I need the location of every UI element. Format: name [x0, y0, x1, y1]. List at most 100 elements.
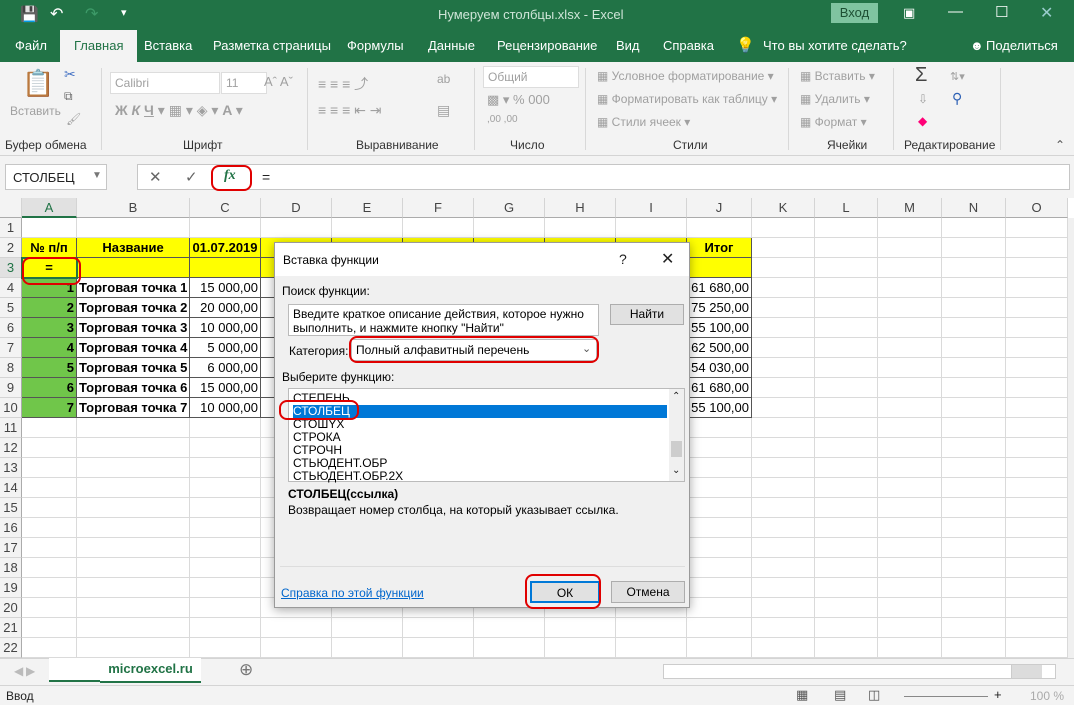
- cell[interactable]: [878, 218, 942, 238]
- column-header-f[interactable]: F: [403, 198, 474, 218]
- cell[interactable]: [22, 438, 77, 458]
- search-input[interactable]: Введите краткое описание действия, котор…: [288, 304, 599, 336]
- cell[interactable]: [752, 578, 815, 598]
- cell[interactable]: [815, 598, 878, 618]
- cell[interactable]: [878, 498, 942, 518]
- cell[interactable]: [878, 438, 942, 458]
- cell[interactable]: [687, 558, 752, 578]
- row-header-21[interactable]: 21: [0, 618, 22, 638]
- normal-view-icon[interactable]: ▦: [796, 687, 808, 703]
- row-header-7[interactable]: 7: [0, 338, 22, 358]
- format-as-table-button[interactable]: ▦ Форматировать как таблицу ▾: [597, 92, 777, 106]
- cell[interactable]: [545, 638, 616, 658]
- cell[interactable]: [815, 498, 878, 518]
- cell[interactable]: [190, 458, 261, 478]
- cell[interactable]: [687, 438, 752, 458]
- cell[interactable]: [942, 218, 1006, 238]
- cell[interactable]: [752, 618, 815, 638]
- function-help-link[interactable]: Справка по этой функции: [281, 586, 424, 600]
- format-painter-icon[interactable]: 🖌: [66, 112, 81, 126]
- vertical-scrollbar[interactable]: [1068, 218, 1074, 658]
- close-icon[interactable]: ✕: [661, 249, 674, 269]
- decimal-icons[interactable]: ,00 ,00: [487, 114, 518, 125]
- clear-icon[interactable]: ◆: [918, 114, 927, 128]
- row-header-13[interactable]: 13: [0, 458, 22, 478]
- cell[interactable]: 62 500,00: [687, 338, 752, 358]
- tab-data[interactable]: Данные: [428, 38, 475, 53]
- column-header-c[interactable]: C: [190, 198, 261, 218]
- cell[interactable]: [942, 558, 1006, 578]
- cell[interactable]: [942, 398, 1006, 418]
- header-cell[interactable]: Название: [77, 238, 190, 258]
- cell[interactable]: [752, 558, 815, 578]
- ribbon-display-icon[interactable]: ▣: [903, 5, 915, 21]
- cell[interactable]: [815, 458, 878, 478]
- cell[interactable]: [474, 618, 545, 638]
- cell[interactable]: [77, 518, 190, 538]
- scroll-down-icon[interactable]: ⌄: [672, 465, 680, 476]
- cell[interactable]: [77, 218, 190, 238]
- cell[interactable]: [22, 578, 77, 598]
- scroll-up-icon[interactable]: ⌃: [672, 391, 680, 402]
- delete-cells-button[interactable]: ▦ Удалить ▾: [800, 92, 870, 106]
- cell[interactable]: 61 680,00: [687, 278, 752, 298]
- cell[interactable]: 15 000,00: [190, 278, 261, 298]
- cell[interactable]: [687, 418, 752, 438]
- cell[interactable]: [815, 578, 878, 598]
- tell-me-input[interactable]: Что вы хотите сделать?: [763, 38, 907, 53]
- cell[interactable]: [942, 258, 1006, 278]
- cell[interactable]: [77, 418, 190, 438]
- cell[interactable]: [878, 578, 942, 598]
- cell[interactable]: [815, 278, 878, 298]
- cell[interactable]: [22, 218, 77, 238]
- tab-help[interactable]: Справка: [663, 38, 714, 53]
- cell[interactable]: [815, 298, 878, 318]
- scroll-sheets-left-icon[interactable]: ◀: [14, 664, 23, 678]
- cell[interactable]: [190, 258, 261, 278]
- cell[interactable]: [1006, 358, 1068, 378]
- cell[interactable]: [942, 518, 1006, 538]
- cell[interactable]: [77, 458, 190, 478]
- zoom-in-icon[interactable]: +: [994, 687, 1002, 702]
- find-button[interactable]: Найти: [610, 304, 684, 325]
- cell[interactable]: [687, 258, 752, 278]
- add-sheet-icon[interactable]: ⊕: [239, 660, 253, 680]
- cell[interactable]: [190, 538, 261, 558]
- cell[interactable]: [815, 438, 878, 458]
- cell[interactable]: 2: [22, 298, 77, 318]
- cell[interactable]: [616, 638, 687, 658]
- cell[interactable]: [942, 378, 1006, 398]
- cell[interactable]: [942, 618, 1006, 638]
- cancel-icon[interactable]: ✕: [149, 168, 162, 186]
- row-header-8[interactable]: 8: [0, 358, 22, 378]
- cell[interactable]: [190, 218, 261, 238]
- undo-icon[interactable]: ↶: [50, 4, 63, 24]
- cell[interactable]: [942, 418, 1006, 438]
- tab-file[interactable]: Файл: [15, 38, 47, 53]
- row-header-18[interactable]: 18: [0, 558, 22, 578]
- sheet-tab-microexcel[interactable]: microexcel.ru: [100, 658, 201, 683]
- cell[interactable]: [545, 218, 616, 238]
- autosum-icon[interactable]: Σ: [915, 64, 927, 87]
- cell[interactable]: [190, 638, 261, 658]
- cell[interactable]: [942, 358, 1006, 378]
- cell[interactable]: [616, 618, 687, 638]
- column-header-n[interactable]: N: [942, 198, 1006, 218]
- redo-icon[interactable]: ↷: [85, 4, 98, 24]
- cell[interactable]: [190, 518, 261, 538]
- cell[interactable]: 10 000,00: [190, 398, 261, 418]
- cell[interactable]: [752, 638, 815, 658]
- cell[interactable]: [752, 238, 815, 258]
- share-button[interactable]: Поделиться: [986, 38, 1058, 53]
- row-header-17[interactable]: 17: [0, 538, 22, 558]
- cell[interactable]: [752, 458, 815, 478]
- cell[interactable]: [1006, 398, 1068, 418]
- cell[interactable]: [190, 598, 261, 618]
- cell[interactable]: [22, 478, 77, 498]
- currency-percent-icons[interactable]: ▩ ▾ % 000: [487, 92, 550, 108]
- wrap-text-icon[interactable]: ab: [437, 72, 450, 86]
- cell[interactable]: [687, 538, 752, 558]
- column-header-d[interactable]: D: [261, 198, 332, 218]
- cell[interactable]: [190, 438, 261, 458]
- cell[interactable]: [261, 218, 332, 238]
